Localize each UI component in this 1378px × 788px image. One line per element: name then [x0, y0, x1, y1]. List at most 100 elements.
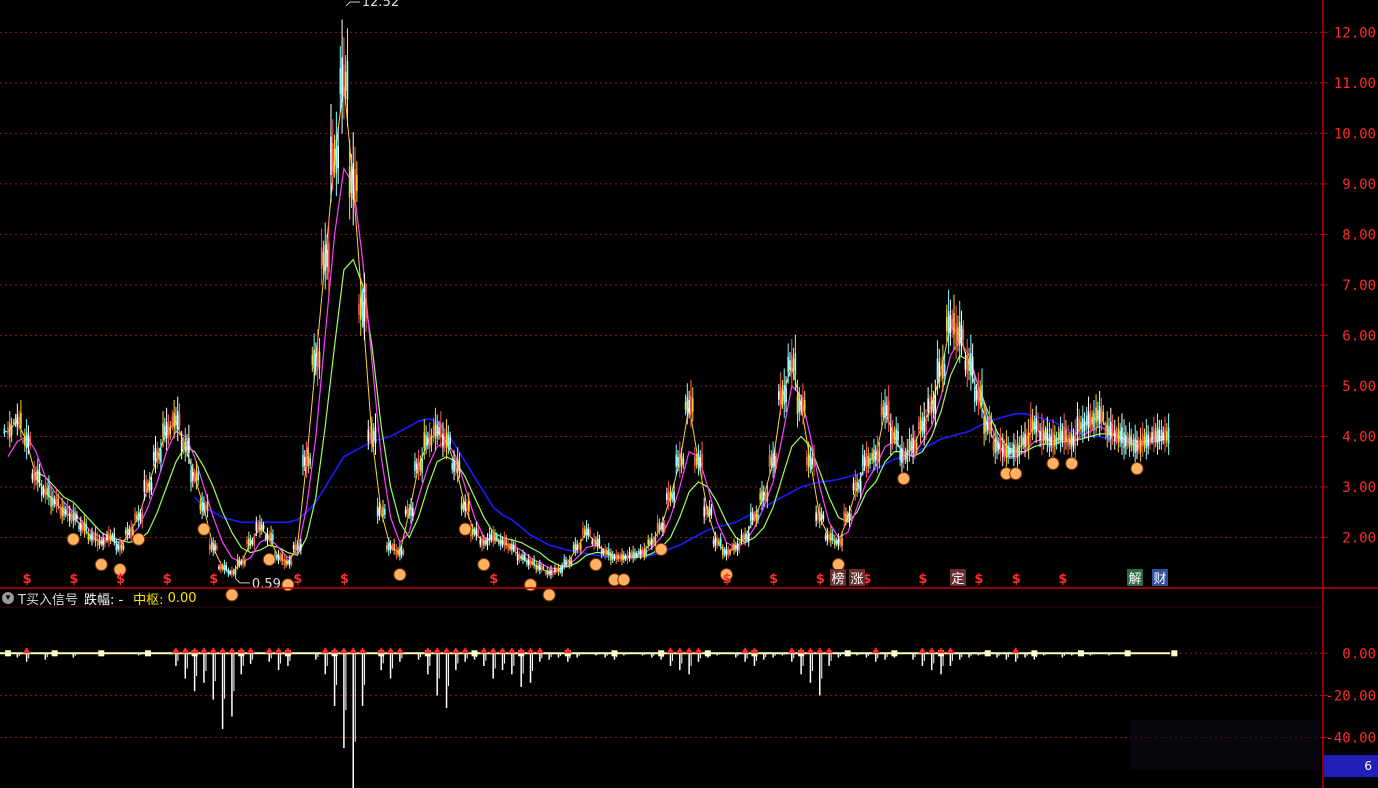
hand-marker: [477, 558, 491, 572]
candle-body: [333, 149, 336, 166]
candle-body: [490, 534, 493, 540]
corner-badge[interactable]: 6: [1324, 755, 1378, 777]
candle-body: [412, 508, 414, 516]
indicator-dot: [144, 650, 151, 657]
candle-body: [290, 560, 293, 565]
candle-body: [565, 560, 567, 565]
candle-body: [277, 554, 280, 561]
candle-body: [712, 540, 715, 545]
candle-body: [837, 538, 840, 546]
candle-body: [934, 395, 937, 415]
candle-body: [651, 538, 653, 546]
candle-body: [887, 400, 890, 419]
candle-body: [540, 565, 543, 570]
candle-body: [1011, 447, 1013, 455]
candle-body: [1167, 427, 1170, 444]
candle-body: [663, 524, 666, 530]
candle-body: [288, 559, 291, 565]
candle-body: [3, 428, 6, 434]
candle-body: [964, 360, 967, 370]
candle-body: [481, 538, 483, 546]
indicator-dot: [1031, 650, 1038, 657]
candle-body: [1106, 423, 1109, 438]
candle-body: [287, 561, 289, 564]
candle-body: [738, 544, 741, 550]
candle-body: [669, 492, 672, 501]
candle-body: [136, 514, 138, 520]
signal-marker: $: [293, 572, 302, 587]
candle-body: [1091, 416, 1093, 425]
candle-body: [949, 315, 952, 334]
collapse-icon[interactable]: ▾: [2, 592, 14, 604]
candle-body: [662, 523, 664, 531]
candle-body: [604, 549, 606, 556]
candle-body: [147, 483, 149, 490]
hand-marker: [393, 568, 407, 582]
candle-body: [1151, 432, 1153, 440]
candle-body: [908, 439, 911, 453]
candle-body: [225, 565, 228, 570]
candle-body: [880, 403, 883, 417]
candle-body: [858, 483, 860, 490]
signal-marker: $: [974, 572, 983, 587]
candle-body: [527, 559, 530, 566]
candle-body: [731, 545, 733, 549]
candle-body: [483, 539, 485, 545]
candle-body: [551, 570, 554, 575]
indicator-tick-label: -40.00: [1325, 730, 1376, 746]
candle-body: [380, 509, 383, 515]
candle-body: [324, 244, 327, 271]
candle-body: [145, 481, 147, 491]
signal-marker: $: [769, 572, 778, 587]
candle-body: [610, 554, 612, 561]
candle-body: [899, 451, 901, 461]
candle-body: [160, 449, 162, 463]
candle-body: [109, 534, 112, 540]
candle-body: [615, 554, 618, 561]
candle-body: [691, 398, 694, 412]
candle-body: [326, 249, 328, 268]
candle-body: [703, 506, 705, 517]
candle-body: [658, 523, 661, 531]
candle-body: [108, 532, 110, 541]
price-tick-label: 5.00: [1342, 379, 1376, 395]
candle-body: [824, 535, 827, 539]
candle-body: [1158, 429, 1161, 442]
candle-body: [960, 325, 963, 343]
candle-body: [1042, 429, 1045, 442]
candle-body: [628, 551, 631, 558]
candle-body: [358, 303, 360, 316]
candle-body: [158, 453, 160, 460]
stock-chart[interactable]: 12.520.59$ $ $ $ $ $ $ $ $ $ $ $ $ $ $ $榜涨定解财 12.0011.0…: [0, 0, 1378, 788]
candle-body: [1098, 406, 1101, 424]
candle-body: [680, 455, 683, 467]
candle-body: [1121, 427, 1123, 444]
candle-body: [561, 567, 563, 573]
candle-body: [1130, 436, 1133, 446]
candle-body: [893, 432, 896, 440]
candle-body: [546, 570, 549, 575]
hand-marker: [458, 522, 472, 536]
candle-body: [98, 539, 101, 545]
candle-body: [645, 549, 647, 555]
candle-body: [1013, 444, 1015, 458]
candle-body: [962, 329, 965, 340]
candle-body: [68, 512, 71, 521]
tag-label: 解: [1128, 572, 1141, 587]
indicator-title-bar: ▾ T买入信号 跌幅: - 中枢: 0.00: [0, 589, 197, 608]
hand-marker: [524, 578, 538, 592]
candle-body: [649, 540, 651, 544]
candle-body: [751, 513, 754, 521]
candle-body: [343, 64, 345, 97]
candle-body: [337, 145, 339, 169]
candle-body: [1087, 411, 1090, 429]
candle-body: [425, 435, 427, 447]
price-tick-label: 2.00: [1342, 530, 1376, 546]
indicator-dot: [51, 650, 58, 657]
candle-body: [352, 163, 355, 200]
candle-body: [1089, 414, 1092, 427]
candle-body: [1145, 432, 1148, 449]
candle-body: [152, 451, 155, 461]
signal-marker: $: [163, 572, 172, 587]
candle-body: [94, 532, 97, 541]
